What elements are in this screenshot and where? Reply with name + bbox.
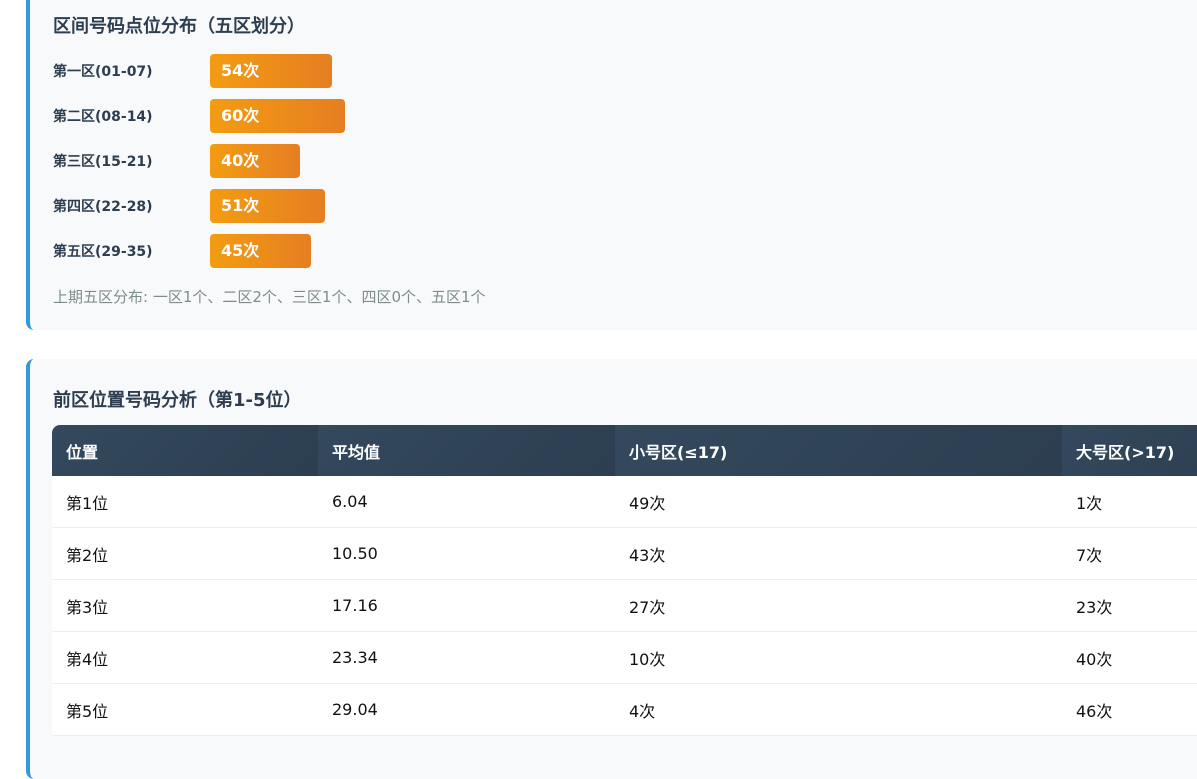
table-cell: 第3位 (52, 579, 318, 632)
zone-label: 第五区(29-35) (53, 244, 153, 260)
table-cell: 10.50 (318, 527, 615, 580)
zone-bar: 60次 (210, 99, 345, 133)
zone-distribution-card: 区间号码点位分布（五区划分） 第一区(01-07) 54次第二区(08-14) 60… (26, 0, 1197, 330)
table-cell: 第2位 (52, 527, 318, 580)
table-cell: 23次 (1062, 579, 1197, 632)
zone-label: 第一区(01-07) (53, 64, 153, 80)
header-small-zone: 小号区(≤17) (615, 425, 1062, 476)
table-row: 第2位 10.50 43次 7次 (52, 527, 1197, 580)
table-cell: 第1位 (52, 476, 318, 528)
zone-bar: 54次 (210, 54, 332, 88)
table-cell: 7次 (1062, 527, 1197, 580)
table-cell: 1次 (1062, 476, 1197, 528)
zone-bar: 51次 (210, 189, 325, 223)
zone-bar: 45次 (210, 234, 312, 268)
last-period-note: 上期五区分布: 一区1个、二区2个、三区1个、四区0个、五区1个 (53, 288, 486, 306)
zone-row: 第二区(08-14) 60次 (53, 99, 345, 133)
position-table: 位置 平均值 小号区(≤17) 大号区(>17) 第1位 6.04 49次 1次 第2位… (52, 425, 1197, 736)
zone-label: 第四区(22-28) (53, 199, 153, 215)
table-cell: 43次 (615, 527, 1062, 580)
table-cell: 第5位 (52, 683, 318, 736)
table-row: 第3位 17.16 27次 23次 (52, 579, 1197, 632)
table-row: 第4位 23.34 10次 40次 (52, 631, 1197, 684)
zone-row: 第一区(01-07) 54次 (53, 54, 332, 88)
table-cell: 17.16 (318, 579, 615, 632)
table-cell: 10次 (615, 631, 1062, 684)
zone-card-title: 区间号码点位分布（五区划分） (53, 16, 305, 37)
header-average: 平均值 (318, 425, 615, 476)
header-large-zone: 大号区(>17) (1062, 425, 1197, 476)
table-cell: 46次 (1062, 683, 1197, 736)
table-cell: 40次 (1062, 631, 1197, 684)
table-header-row: 位置 平均值 小号区(≤17) 大号区(>17) (52, 425, 1197, 476)
table-cell: 29.04 (318, 683, 615, 736)
position-analysis-card: 前区位置号码分析（第1-5位） 位置 平均值 小号区(≤17) 大号区(>17)… (26, 359, 1197, 779)
table-cell: 4次 (615, 683, 1062, 736)
table-cell: 49次 (615, 476, 1062, 528)
zone-row: 第五区(29-35) 45次 (53, 234, 312, 268)
table-cell: 第4位 (52, 631, 318, 684)
zone-row: 第四区(22-28) 51次 (53, 189, 325, 223)
table-cell: 23.34 (318, 631, 615, 684)
position-card-title: 前区位置号码分析（第1-5位） (53, 390, 302, 411)
table-cell: 27次 (615, 579, 1062, 632)
zone-row: 第三区(15-21) 40次 (53, 144, 300, 178)
zone-label: 第二区(08-14) (53, 109, 153, 125)
zone-bar: 40次 (210, 144, 300, 178)
table-row: 第5位 29.04 4次 46次 (52, 683, 1197, 736)
header-position: 位置 (52, 425, 318, 476)
table-cell: 6.04 (318, 476, 615, 528)
zone-label: 第三区(15-21) (53, 154, 153, 170)
table-row: 第1位 6.04 49次 1次 (52, 476, 1197, 528)
